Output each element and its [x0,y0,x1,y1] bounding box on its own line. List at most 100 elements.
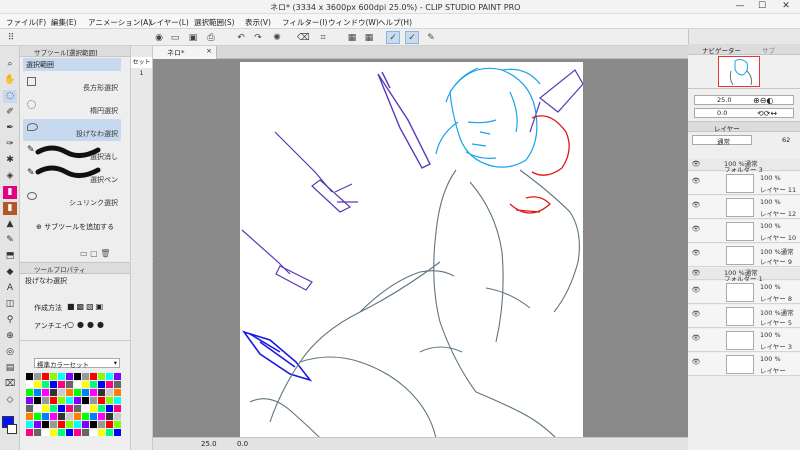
color-swatch[interactable] [42,389,49,396]
color-swatch[interactable] [106,373,113,380]
layer-row[interactable]: 👁 100 % レイヤー 10 [688,220,800,243]
color-swatch[interactable] [98,413,105,420]
color-swatch[interactable] [58,381,65,388]
checker-icon-1[interactable]: ▦ [345,31,359,44]
color-swatch[interactable] [34,405,41,412]
menu-edit[interactable]: 編集(E) [51,17,77,28]
color-swatch[interactable] [50,381,57,388]
color-swatch[interactable] [42,397,49,404]
layer-folder-row[interactable]: 👁 100 %通常 フォルダー 3 [688,159,800,174]
visibility-eye-icon[interactable]: 👁 [691,225,701,234]
blend-mode-dropdown[interactable]: 通常 [692,135,752,146]
sub-tool-rectangle[interactable]: 長方形選択 [23,73,121,95]
crop-icon[interactable]: ⌗ [316,31,330,44]
status-zoom[interactable]: 25.0 [201,440,217,448]
snap-special-icon[interactable]: ✓ [405,31,419,44]
color-swatch[interactable] [58,389,65,396]
color-swatch[interactable] [50,429,57,436]
antialias-options[interactable]: ○●●● [67,320,127,331]
sub-tool-ellipse[interactable]: 楕円選択 [23,96,121,118]
color-swatch[interactable] [98,405,105,412]
color-swatch[interactable] [42,413,49,420]
color-swatch[interactable] [58,421,65,428]
airbrush-tool-icon[interactable]: ✱ [3,154,17,167]
color-swatch[interactable] [98,421,105,428]
layer-row[interactable]: 👁 100 % レイヤー 11 [688,172,800,195]
add-sub-tool-button[interactable]: ⊕ サブツールを追加する [36,222,114,232]
menu-filter[interactable]: フィルター(I) [282,17,327,28]
navigator-preview[interactable] [718,56,760,87]
color-swatch[interactable] [114,405,121,412]
zoom-tool-icon[interactable]: ⌕ [3,58,17,71]
color-swatch[interactable] [66,405,73,412]
undo-icon[interactable]: ↶ [234,31,248,44]
color-swatch[interactable] [26,421,33,428]
color-swatch[interactable] [26,373,33,380]
color-swatch[interactable] [114,413,121,420]
layer-row[interactable]: 👁 100 %通常 レイヤー 9 [688,244,800,267]
layer-row[interactable]: 👁 100 % レイヤー 3 [688,329,800,352]
sub-tool-group[interactable]: 選択範囲 [23,58,121,71]
color-swatch[interactable] [74,413,81,420]
color-swatch[interactable] [66,397,73,404]
print-icon[interactable]: ⎙ [204,31,218,44]
status-angle[interactable]: 0.0 [237,440,248,448]
frame-tool-icon[interactable]: ⬒ [3,250,17,263]
color-swatch[interactable] [98,381,105,388]
brush-tool-icon[interactable]: ✑ [3,138,17,151]
menu-animation[interactable]: アニメーション(A) [88,17,151,28]
sub-tool-shrink-selection[interactable]: シュリンク選択 [23,188,121,210]
color-swatch[interactable] [26,381,33,388]
color-swatch[interactable] [74,397,81,404]
color-swatch[interactable] [34,381,41,388]
color-swatch[interactable] [50,413,57,420]
layer-row[interactable]: 👁 100 % レイヤー [688,353,800,376]
color-swatch[interactable] [50,389,57,396]
color-swatch[interactable] [106,421,113,428]
color-swatch[interactable] [66,429,73,436]
opacity-value[interactable]: 62 [782,136,790,144]
layer-folder-row[interactable]: 👁 100 %通常 フォルダー 1 [688,268,800,283]
visibility-eye-icon[interactable]: 👁 [691,286,701,295]
visibility-eye-icon[interactable]: 👁 [691,310,701,319]
visibility-eye-icon[interactable]: 👁 [691,160,701,169]
app-icon[interactable]: ◉ [152,31,166,44]
color-swatch[interactable] [34,397,41,404]
layer-row[interactable]: 👁 100 % レイヤー 12 [688,196,800,219]
color-swatch[interactable] [34,421,41,428]
minimize-button[interactable]: — [730,1,750,11]
canvas-paper[interactable] [240,62,584,439]
color-swatch[interactable] [90,429,97,436]
eraser-tool-icon[interactable]: ◈ [3,170,17,183]
fill-tool-icon[interactable]: ▮ [3,202,17,215]
sub-tool-footer-icons[interactable]: ▭ ▢ 🗑 [80,249,110,258]
color-swatch[interactable] [66,381,73,388]
nav-angle-bar[interactable]: 0.0 ⟲⟳↔ [694,108,794,118]
color-swatch[interactable] [98,389,105,396]
color-swatch[interactable] [114,421,121,428]
color-swatch[interactable] [90,397,97,404]
visibility-eye-icon[interactable]: 👁 [691,201,701,210]
menu-help[interactable]: ヘルプ(H) [378,17,412,28]
color-swatch[interactable] [26,389,33,396]
tool-icon-20[interactable]: ▤ [3,362,17,375]
color-swatch[interactable] [82,413,89,420]
color-swatch[interactable] [58,429,65,436]
color-swatch[interactable] [98,429,105,436]
color-swatch[interactable] [50,373,57,380]
color-swatch[interactable] [90,373,97,380]
selection-tool-icon[interactable]: ◌ [3,90,17,103]
color-swatch[interactable] [34,413,41,420]
color-swatch[interactable] [114,397,121,404]
menu-window[interactable]: ウィンドウ(W) [328,17,379,28]
sub-tool-lasso[interactable]: 投げなわ選択 [23,119,121,141]
color-swatch[interactable] [106,397,113,404]
redo-icon[interactable]: ↷ [251,31,265,44]
color-swatch[interactable] [106,389,113,396]
color-swatch[interactable] [98,397,105,404]
color-swatch[interactable] [106,429,113,436]
close-icon[interactable]: × [206,47,212,55]
color-swatch[interactable] [90,389,97,396]
color-swatch[interactable] [42,373,49,380]
tool-icon-21[interactable]: ⌧ [3,378,17,391]
